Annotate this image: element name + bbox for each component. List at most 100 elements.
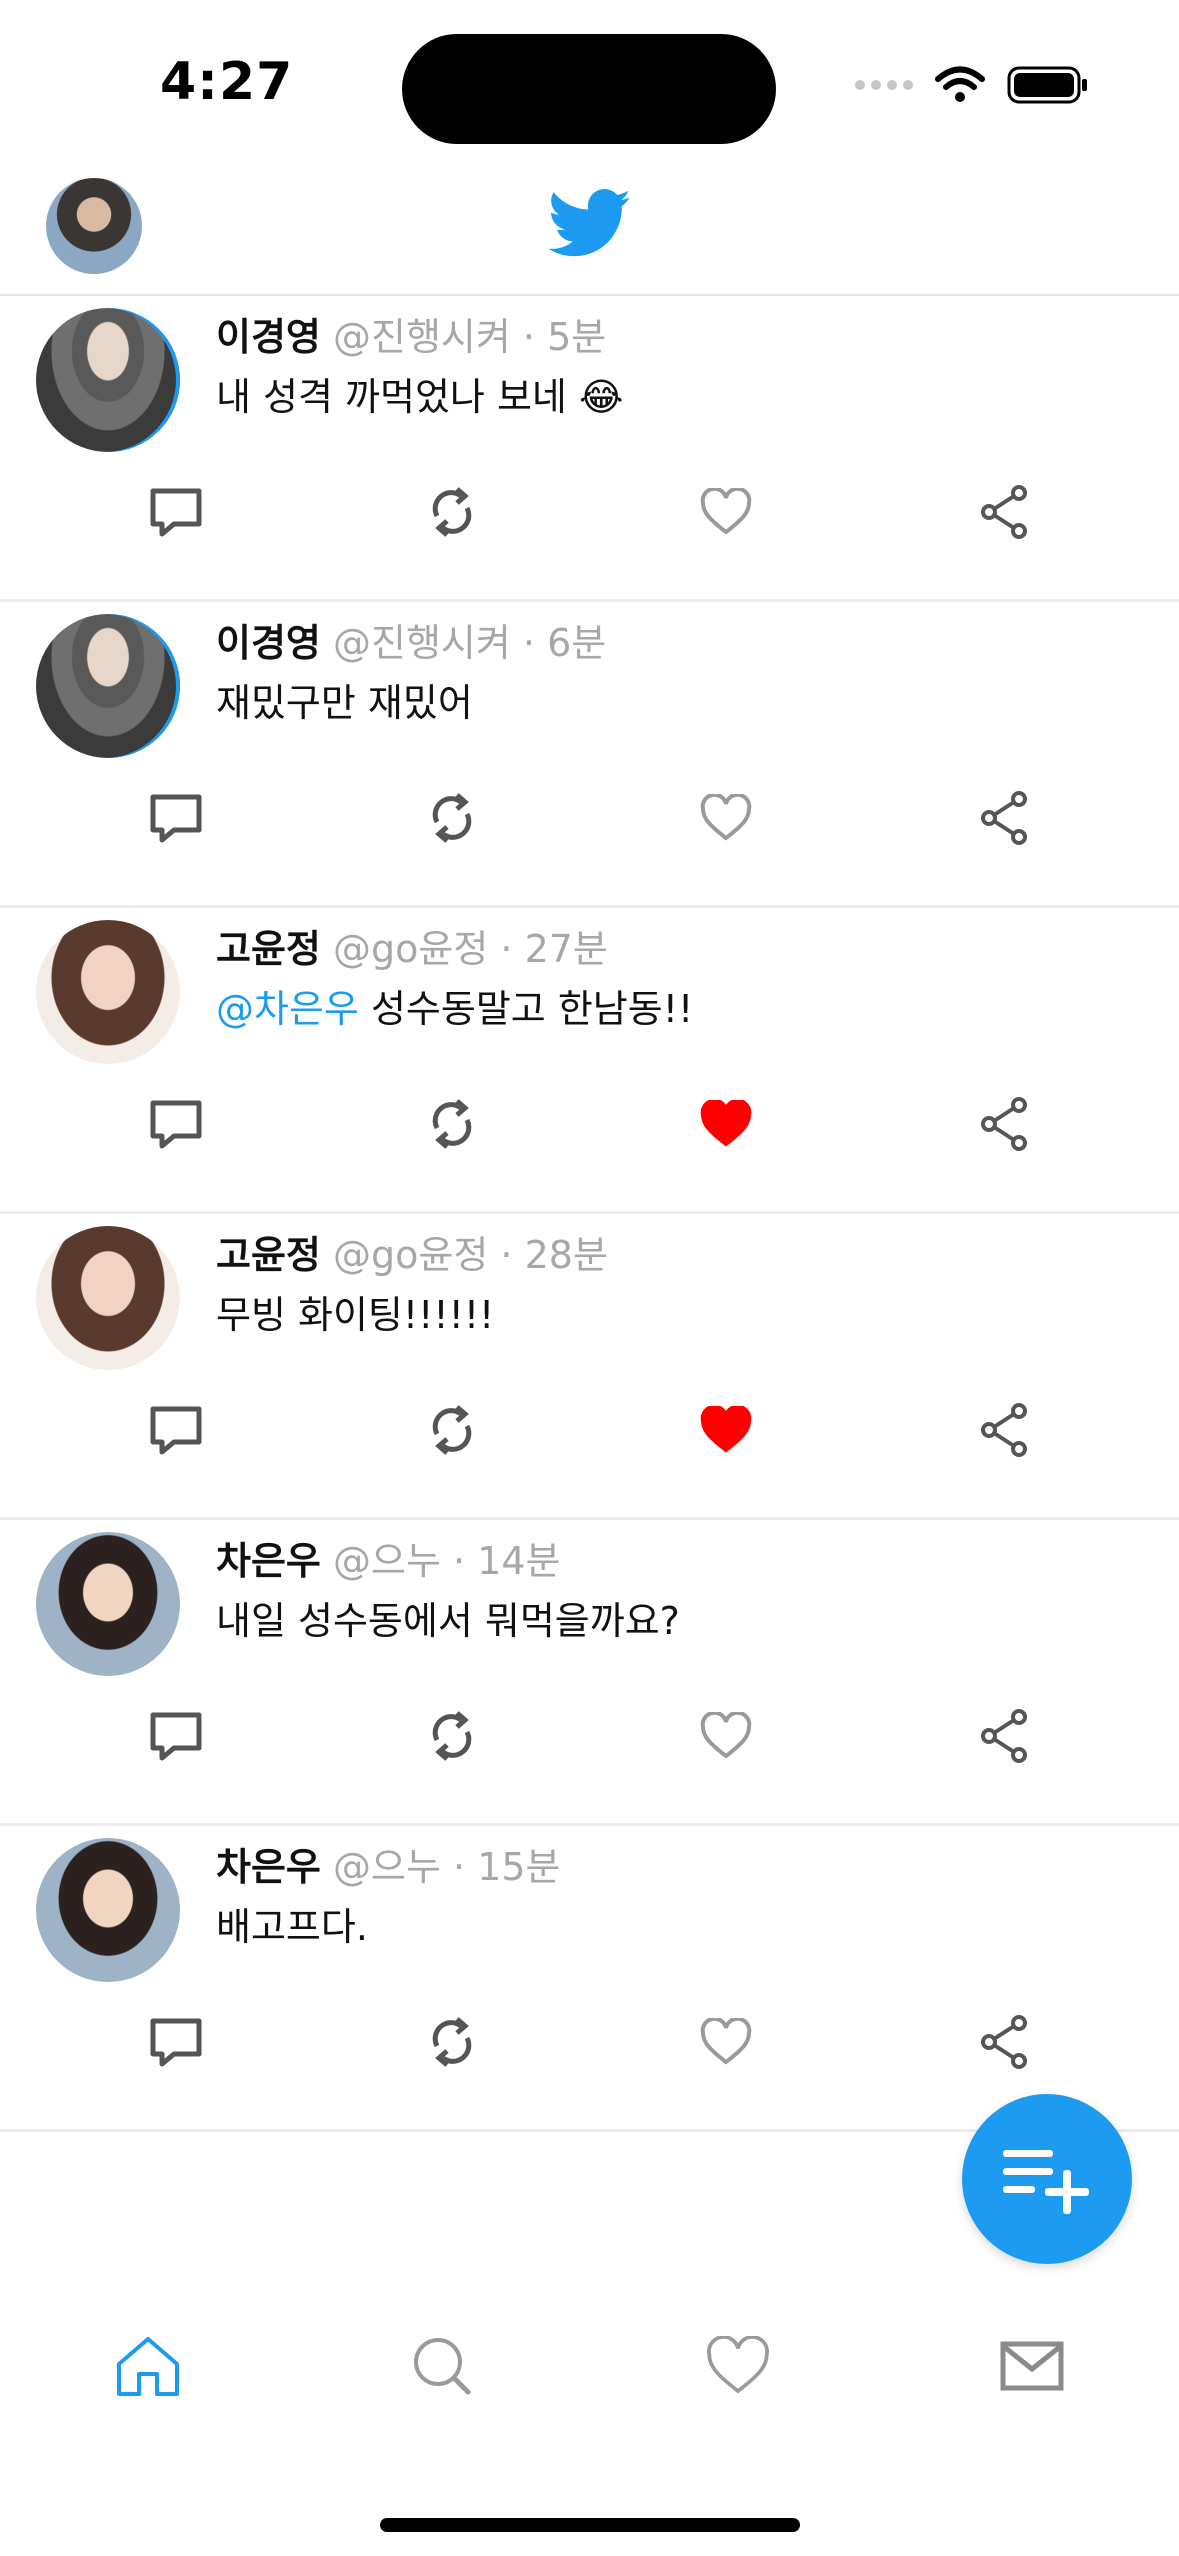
tab-messages[interactable]	[992, 2330, 1072, 2402]
like-button[interactable]	[694, 2012, 758, 2072]
tweet-time: 27분	[524, 927, 608, 971]
tweet-text: 내일 성수동에서 뭐먹을까요?	[216, 1590, 680, 1645]
comment-icon	[150, 794, 202, 843]
retweet-button[interactable]	[420, 788, 484, 848]
retweet-icon	[432, 793, 472, 843]
status-time: 4:27	[160, 52, 294, 112]
comment-icon	[150, 1406, 202, 1455]
tweet[interactable]: 고윤정 @go윤정 · 27분 @차은우 성수동말고 한남동!!	[0, 908, 1179, 1214]
battery-icon	[1007, 66, 1087, 104]
separator-dot: ·	[453, 1539, 466, 1583]
tab-likes[interactable]	[698, 2330, 778, 2402]
tweet-text: 배고프다.	[216, 1896, 368, 1951]
comment-icon	[150, 1100, 202, 1149]
like-button[interactable]	[694, 482, 758, 542]
reply-button[interactable]	[144, 1094, 208, 1154]
heart-filled-icon	[700, 1100, 752, 1147]
reply-button[interactable]	[144, 1706, 208, 1766]
share-button[interactable]	[972, 1094, 1036, 1154]
wifi-icon	[935, 66, 985, 102]
tweet[interactable]: 이경영 @진행시켜 · 5분 내 성격 까먹었나 보네 😂	[0, 296, 1179, 602]
tweet-text-content: 내일 성수동에서 뭐먹을까요?	[216, 1599, 680, 1643]
tweet-header: 이경영 @진행시켜 · 5분	[216, 306, 606, 361]
separator-dot: ·	[453, 1845, 466, 1889]
share-icon	[981, 791, 1027, 845]
reply-button[interactable]	[144, 788, 208, 848]
comment-icon	[150, 488, 202, 537]
avatar[interactable]	[36, 1838, 180, 1982]
share-button[interactable]	[972, 1400, 1036, 1460]
tab-bar	[0, 2310, 1179, 2420]
separator-dot: ·	[522, 315, 536, 359]
author-handle: @으누	[332, 1845, 441, 1889]
home-icon	[117, 2337, 179, 2396]
tweet-text: 재밌구만 재밌어	[216, 672, 473, 727]
tweet-text: 무빙 화이팅!!!!!!	[216, 1284, 494, 1339]
tweet-time: 6분	[547, 621, 607, 665]
retweet-button[interactable]	[420, 2012, 484, 2072]
retweet-button[interactable]	[420, 1094, 484, 1154]
separator-dot: ·	[522, 621, 536, 665]
reply-button[interactable]	[144, 482, 208, 542]
profile-avatar[interactable]	[46, 178, 142, 274]
reply-button[interactable]	[144, 1400, 208, 1460]
tweet[interactable]: 차은우 @으누 · 15분 배고프다.	[0, 1826, 1179, 2132]
share-button[interactable]	[972, 788, 1036, 848]
reply-button[interactable]	[144, 2012, 208, 2072]
share-button[interactable]	[972, 2012, 1036, 2072]
retweet-icon	[432, 487, 472, 537]
share-icon	[981, 1097, 1027, 1151]
author-handle: @진행시켜	[332, 315, 511, 359]
top-bar	[0, 160, 1179, 296]
mention-link[interactable]: @차은우	[216, 987, 359, 1031]
share-button[interactable]	[972, 1706, 1036, 1766]
tweet-text-content: 성수동말고 한남동!!	[358, 987, 694, 1031]
like-button[interactable]	[694, 1400, 758, 1460]
retweet-icon	[432, 1405, 472, 1455]
mail-icon	[1000, 2341, 1064, 2391]
tweet-actions	[0, 1400, 1179, 1460]
tweet-header: 차은우 @으누 · 14분	[216, 1530, 561, 1585]
avatar[interactable]	[36, 308, 180, 452]
tweet[interactable]: 이경영 @진행시켜 · 6분 재밌구만 재밌어	[0, 602, 1179, 908]
author-name: 차은우	[216, 1539, 321, 1583]
retweet-button[interactable]	[420, 1706, 484, 1766]
tweet-time: 5분	[547, 315, 607, 359]
retweet-button[interactable]	[420, 1400, 484, 1460]
comment-icon	[150, 1712, 202, 1761]
comment-icon	[150, 2018, 202, 2067]
tweet-text-content: 배고프다.	[216, 1905, 368, 1949]
tab-home[interactable]	[108, 2330, 188, 2402]
retweet-button[interactable]	[420, 482, 484, 542]
status-icons	[855, 60, 1089, 110]
separator-dot: ·	[500, 1233, 513, 1277]
tweet-header: 고윤정 @go윤정 · 28분	[216, 1224, 608, 1279]
heart-icon	[707, 2336, 769, 2394]
avatar[interactable]	[36, 1532, 180, 1676]
dynamic-island	[402, 34, 776, 144]
avatar[interactable]	[36, 920, 180, 1064]
avatar[interactable]	[36, 614, 180, 758]
tweet-time: 15분	[477, 1845, 561, 1889]
author-name: 고윤정	[216, 1233, 321, 1277]
like-button[interactable]	[694, 788, 758, 848]
tweet[interactable]: 차은우 @으누 · 14분 내일 성수동에서 뭐먹을까요?	[0, 1520, 1179, 1826]
like-button[interactable]	[694, 1706, 758, 1766]
share-button[interactable]	[972, 482, 1036, 542]
author-handle: @진행시켜	[332, 621, 511, 665]
author-handle: @go윤정	[332, 1233, 489, 1277]
heart-filled-icon	[700, 1406, 752, 1453]
author-name: 이경영	[216, 315, 321, 359]
twitter-bird-icon	[548, 189, 631, 257]
like-button[interactable]	[694, 1094, 758, 1154]
avatar[interactable]	[36, 1226, 180, 1370]
tab-search[interactable]	[402, 2330, 482, 2402]
author-name: 이경영	[216, 621, 321, 665]
heart-icon	[700, 2018, 752, 2065]
author-handle: @으누	[332, 1539, 441, 1583]
tweet-header: 고윤정 @go윤정 · 27분	[216, 918, 608, 973]
status-bar: 4:27	[0, 0, 1179, 160]
share-icon	[981, 1709, 1027, 1763]
compose-tweet-button[interactable]	[962, 2094, 1132, 2264]
tweet[interactable]: 고윤정 @go윤정 · 28분 무빙 화이팅!!!!!!	[0, 1214, 1179, 1520]
